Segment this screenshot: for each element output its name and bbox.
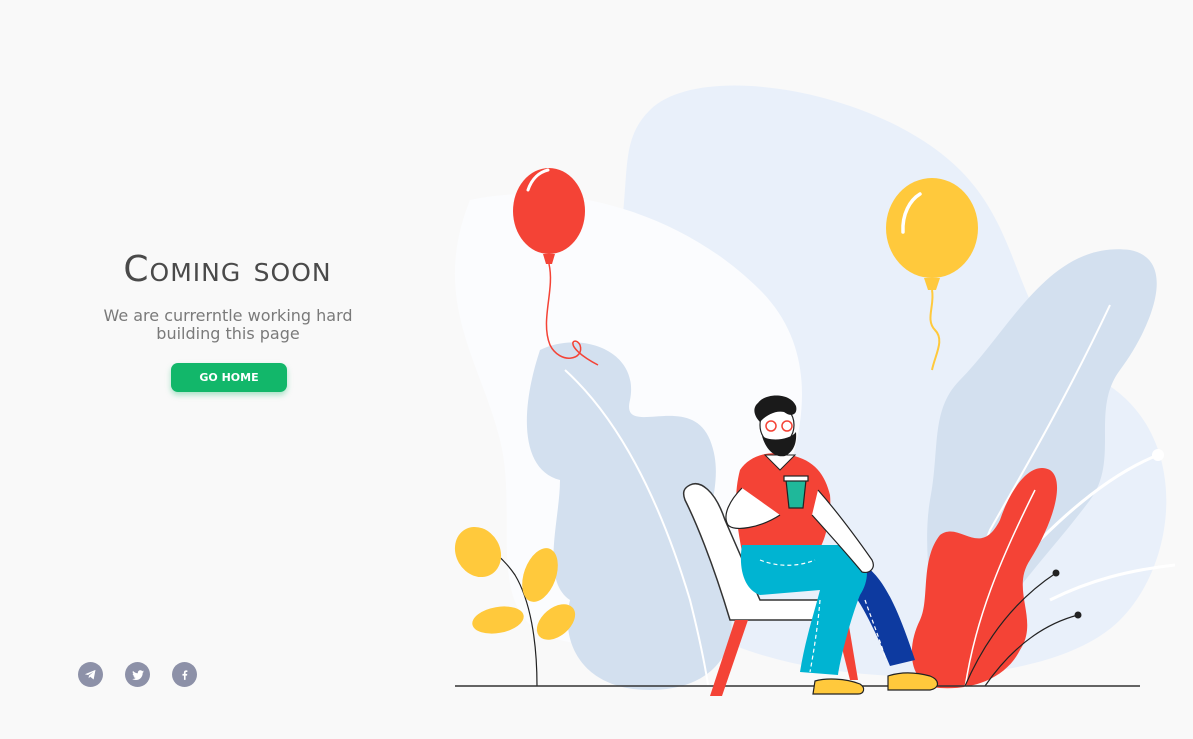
subtitle-line-1: We are currerntle working hard: [103, 306, 353, 325]
telegram-link[interactable]: [78, 662, 103, 687]
twitter-icon: [131, 669, 144, 680]
page-title: Coming soon: [123, 249, 332, 290]
page-subtitle: We are currerntle working hard building …: [88, 307, 368, 343]
go-home-button[interactable]: GO HOME: [171, 363, 287, 392]
twitter-link[interactable]: [125, 662, 150, 687]
telegram-icon: [84, 669, 96, 680]
coming-soon-illustration: [454, 85, 1176, 696]
subtitle-line-2: building this page: [156, 324, 300, 343]
yellow-leaf-1: [454, 526, 502, 578]
facebook-icon: [182, 670, 188, 680]
social-links: [78, 662, 197, 687]
yellow-leaf-3: [472, 606, 524, 634]
facebook-link[interactable]: [172, 662, 197, 687]
